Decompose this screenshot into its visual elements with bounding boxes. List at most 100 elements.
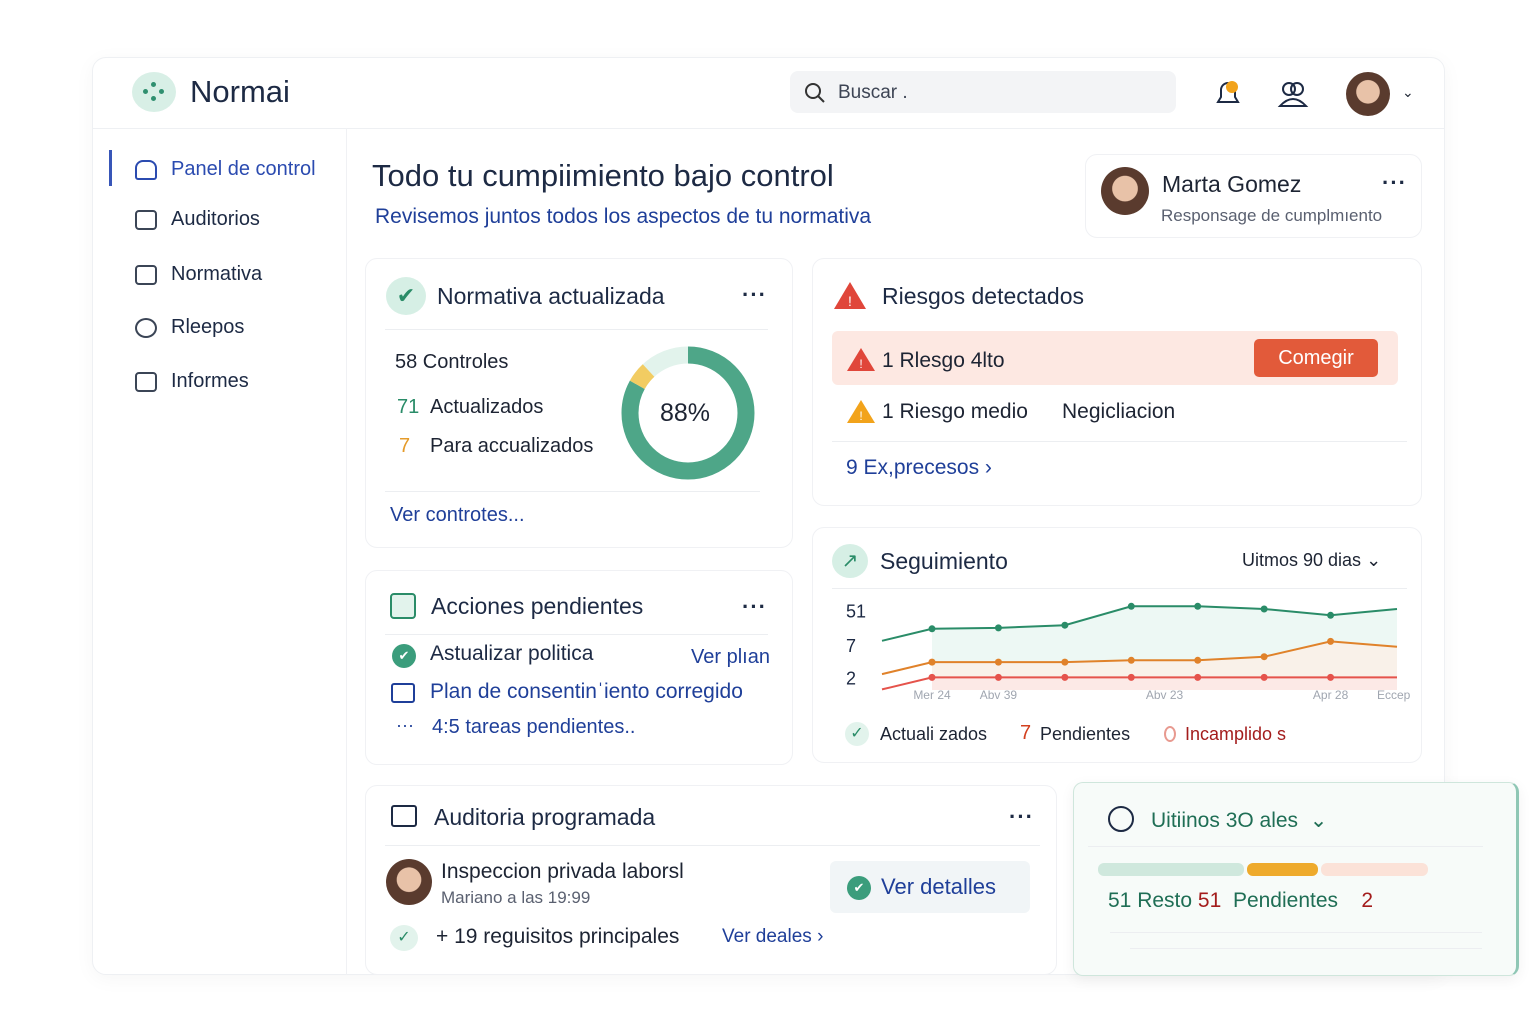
data-point [1127, 602, 1135, 610]
sidebar-item-label: Auditorios [171, 208, 260, 230]
svg-text:!: ! [848, 293, 852, 309]
divider [385, 845, 1040, 846]
pending-count: 7 [399, 435, 411, 457]
x-tick-label: Apr 28 [1313, 688, 1349, 702]
sidebar-item-label: Panel de control [171, 158, 316, 180]
donut-percent: 88% [660, 399, 711, 427]
action-item[interactable]: Astualizar politica [430, 642, 593, 666]
page-title: Todo tu cumpiimiento bajo control [372, 158, 834, 193]
acciones-more-button[interactable]: ··· [742, 594, 767, 620]
sidebar-item-label: Rleepos [171, 316, 245, 338]
warning-icon: ! [834, 282, 866, 309]
link-label: Ver deales [722, 926, 812, 947]
calendar-icon [391, 805, 417, 827]
shield-check-icon: ✔ [847, 876, 871, 900]
circle-icon [135, 317, 157, 338]
data-point [1327, 637, 1335, 645]
data-point [1260, 605, 1268, 613]
search-input[interactable]: Buscar . [790, 71, 1176, 113]
normativa-more-button[interactable]: ··· [742, 282, 767, 308]
summary-stats: 51 Resto 51 Pendientes 2 [1108, 889, 1373, 913]
check-icon: ✓ [390, 925, 418, 951]
card-title: Acciones pendientes [431, 593, 644, 619]
home-icon [135, 159, 157, 180]
high-risk-label: 1 Rlesgo 4lto [882, 349, 1005, 372]
brand-name: Normai [190, 74, 290, 109]
view-controls-link[interactable]: Ver controtes... [390, 504, 525, 527]
inspector-avatar [386, 859, 432, 905]
logo-icon [132, 72, 176, 112]
chevron-right-icon: › [984, 456, 992, 479]
sidebar-item-normativa[interactable]: Normativa [135, 263, 262, 286]
data-point [1194, 673, 1202, 681]
range-select[interactable]: Uitmos 90 dias ⌄ [1242, 550, 1381, 571]
legend-check-icon: ✓ [845, 722, 869, 746]
user-name: Marta Gomez [1162, 171, 1302, 197]
check-icon: ✔ [386, 277, 426, 315]
action-item[interactable]: Plan de consentinˈiento corregido [430, 680, 743, 704]
card-title: Normativa actualizada [437, 283, 665, 309]
fix-button[interactable]: Comegir [1254, 339, 1378, 377]
expired-link[interactable]: 9 Ex,precesos › [846, 456, 992, 480]
view-requirements-link[interactable]: Ver deales › [722, 926, 823, 948]
chevron-down-icon[interactable]: ⌄ [1402, 84, 1414, 101]
divider [385, 634, 768, 635]
data-point [1061, 658, 1069, 666]
search-icon [805, 83, 825, 103]
card-title: Seguimiento [880, 548, 1008, 574]
shield-check-icon: ✔ [392, 644, 416, 668]
view-details-label[interactable]: Ver detalles [881, 874, 996, 900]
warning-icon: ! [847, 400, 875, 423]
avatar[interactable] [1346, 72, 1390, 116]
clock-icon [1108, 806, 1134, 832]
divider [832, 441, 1407, 442]
user-more-button[interactable]: ··· [1382, 170, 1407, 196]
divider [1130, 948, 1482, 949]
line-chart: 51 7 2 Mer 24 Abv 39 Abv 23 Apr 28 Eccepo [846, 602, 1410, 702]
user-avatar [1101, 167, 1149, 215]
sidebar-item-auditorios[interactable]: Auditorios [135, 208, 260, 231]
data-point [1260, 673, 1268, 681]
active-indicator [109, 150, 112, 186]
legend-pendientes: Pendientes [1040, 724, 1131, 744]
x-tick-label: Abv 39 [980, 688, 1018, 702]
stat-number: 51 [1108, 889, 1132, 912]
data-point [928, 658, 936, 666]
sidebar [92, 128, 347, 975]
card-title: Riesgos detectados [882, 283, 1085, 309]
requirements-label: + 19 reguisitos principales [436, 925, 680, 948]
more-dots-icon: ··· [396, 715, 414, 735]
bar-failed [1321, 863, 1428, 876]
bar-done [1098, 863, 1244, 876]
stat-number: 51 [1197, 889, 1222, 912]
chevron-down-icon: ⌄ [1366, 550, 1382, 570]
legend-incumplidos: Incamplido s [1185, 724, 1287, 744]
document-icon [391, 683, 415, 703]
sidebar-item-riesgos[interactable]: Rleepos [135, 316, 244, 339]
sidebar-item-informes[interactable]: Informes [135, 370, 249, 393]
controls-count: 58 Controles [395, 351, 509, 373]
data-point [928, 673, 936, 681]
bell-icon[interactable] [1212, 78, 1244, 110]
sidebar-item-panel[interactable]: Panel de control [135, 158, 316, 181]
view-plan-link[interactable]: Ver plıan [691, 646, 770, 669]
data-point [1327, 611, 1335, 619]
auditoria-more-button[interactable]: ··· [1009, 804, 1034, 830]
audit-time: Mariano a las 19:99 [441, 888, 591, 907]
clipboard-icon [390, 593, 416, 619]
x-tick-label: Mer 24 [913, 688, 951, 702]
medium-risk-tag: Negicliacion [1062, 400, 1176, 423]
user-group-icon[interactable] [1277, 78, 1309, 110]
more-tasks-link[interactable]: 4:5 tareas pendientes.. [432, 716, 635, 739]
data-point [994, 624, 1002, 632]
pending-label: Para accualizados [430, 435, 594, 457]
legend-actualizados: Actuali zados [880, 724, 988, 744]
divider [385, 491, 760, 492]
summary-range-select[interactable]: Uitiinos 3O ales ⌄ [1151, 808, 1327, 833]
sidebar-item-label: Informes [171, 370, 249, 392]
data-point [1260, 653, 1268, 661]
y-tick-label: 7 [846, 636, 856, 656]
data-point [928, 625, 936, 633]
data-point [994, 658, 1002, 666]
divider [385, 329, 768, 330]
